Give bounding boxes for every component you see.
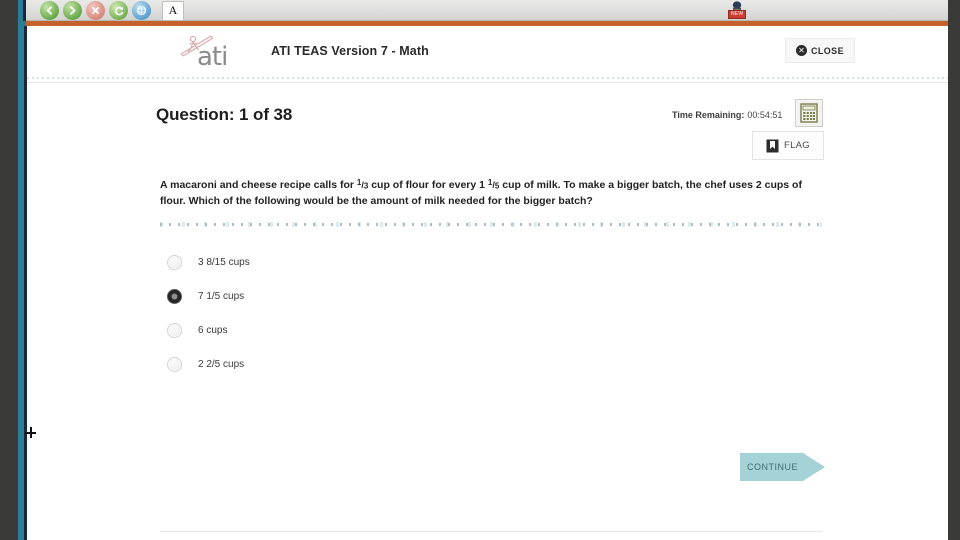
- back-icon[interactable]: [40, 1, 59, 20]
- footer-divider: [160, 531, 822, 532]
- page-title: ATI TEAS Version 7 - Math: [271, 44, 429, 58]
- time-remaining-value: 00:54:51: [747, 110, 783, 120]
- browser-nav-icons: A: [40, 0, 184, 21]
- continue-arrow-icon: [803, 453, 825, 481]
- radio-button-1[interactable]: [167, 254, 182, 270]
- close-button-label: CLOSE: [810, 45, 844, 56]
- desktop-left-background: [0, 21, 18, 540]
- question-prompt: A macaroni and cheese recipe calls for 1…: [160, 177, 822, 210]
- answer-options: 3 8/15 cups 7 1/5 cups 6 cups 2 2/5 cups: [167, 245, 667, 381]
- radio-button-2[interactable]: [167, 288, 182, 304]
- question-separator: [160, 221, 822, 227]
- close-icon: ✕: [795, 45, 807, 56]
- answer-option-4[interactable]: 2 2/5 cups: [167, 347, 667, 381]
- fraction-one-third: 1/3: [356, 178, 369, 191]
- answer-option-2-label: 7 1/5 cups: [198, 290, 245, 302]
- answer-option-1-label: 3 8/15 cups: [198, 256, 250, 268]
- prompt-segment-2: cup of flour for every 1: [368, 178, 488, 191]
- answer-option-3-label: 6 cups: [198, 324, 228, 336]
- app-root: A NEW ati ATI TEAS Version 7 - Math ✕ CL…: [0, 0, 960, 540]
- radio-button-4[interactable]: [167, 356, 182, 372]
- ati-logo: ati: [177, 32, 249, 72]
- desktop-left-margin: [0, 0, 18, 21]
- time-remaining: Time Remaining: 00:54:51: [672, 110, 782, 120]
- browser-toolbar: A NEW: [0, 0, 960, 21]
- question-counter: Question: 1 of 38: [156, 105, 293, 124]
- font-size-button[interactable]: A: [162, 0, 184, 21]
- answer-option-4-label: 2 2/5 cups: [198, 358, 245, 370]
- prompt-segment-1: A macaroni and cheese recipe calls for: [160, 178, 357, 191]
- continue-button[interactable]: CONTINUE: [740, 453, 828, 481]
- home-icon[interactable]: [132, 1, 151, 20]
- stop-icon[interactable]: [86, 1, 105, 20]
- frac2-numerator: 1: [487, 178, 493, 187]
- time-remaining-label: Time Remaining:: [672, 110, 745, 120]
- window-dark-edge-top: [23, 0, 26, 21]
- flag-icon: [766, 139, 779, 152]
- frac1-numerator: 1: [356, 178, 362, 187]
- desktop-right-margin-top: [948, 0, 960, 21]
- ati-logo-text: ati: [197, 42, 228, 72]
- exam-page: ati ATI TEAS Version 7 - Math ✕ CLOSE Qu…: [27, 26, 948, 540]
- flag-button-label: FLAG: [783, 140, 810, 151]
- exam-header: ati ATI TEAS Version 7 - Math ✕ CLOSE: [27, 26, 948, 74]
- answer-option-1[interactable]: 3 8/15 cups: [167, 245, 667, 279]
- desktop-right-background: [948, 21, 960, 540]
- reload-icon[interactable]: [109, 1, 128, 20]
- close-button[interactable]: ✕ CLOSE: [785, 38, 855, 63]
- header-dotted-rule: [27, 74, 948, 83]
- calculator-button[interactable]: [795, 99, 823, 127]
- radio-button-3[interactable]: [167, 322, 182, 338]
- fraction-one-fifth: 1/5: [487, 178, 500, 191]
- answer-option-2[interactable]: 7 1/5 cups: [167, 279, 667, 313]
- calculator-icon: [800, 103, 818, 123]
- tray-badge: NEW: [728, 10, 747, 19]
- flag-button[interactable]: FLAG: [752, 131, 824, 160]
- continue-button-label: CONTINUE: [747, 462, 798, 472]
- answer-option-3[interactable]: 6 cups: [167, 313, 667, 347]
- forward-icon[interactable]: [63, 1, 82, 20]
